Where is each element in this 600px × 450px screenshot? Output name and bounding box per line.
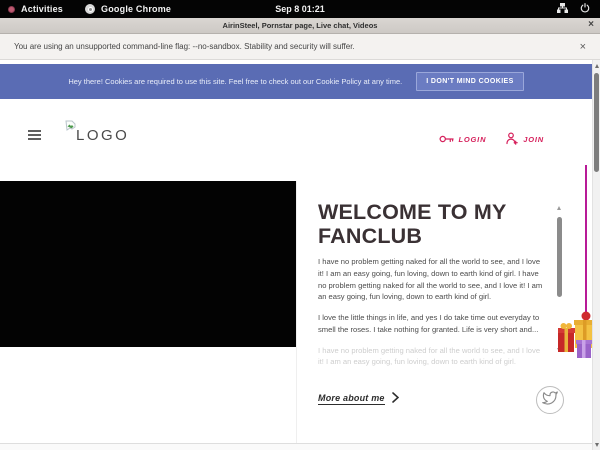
- power-icon[interactable]: [580, 3, 590, 15]
- clock[interactable]: Sep 8 01:21: [0, 4, 600, 14]
- broken-image-icon: [65, 120, 76, 138]
- about-paragraph-clipped: I have no problem getting naked for all …: [318, 345, 548, 369]
- cookie-message: Hey there! Cookies are required to use t…: [68, 77, 402, 86]
- window-title: AirinSteel, Pornstar page, Live chat, Vi…: [223, 21, 378, 30]
- login-button[interactable]: LOGIN: [439, 134, 487, 146]
- about-paragraph: I have no problem getting naked for all …: [318, 256, 548, 303]
- scroll-up-icon[interactable]: [595, 64, 599, 68]
- more-about-me-label: More about me: [318, 393, 385, 405]
- chrome-infobar: You are using an unsupported command-lin…: [0, 34, 600, 60]
- screen: Activities Google Chrome Sep 8 01:21: [0, 0, 600, 450]
- gift-ribbon-decoration: [585, 165, 587, 313]
- site-logo[interactable]: LOGO: [65, 120, 129, 144]
- chevron-right-icon: [392, 390, 399, 408]
- page-viewport: Hey there! Cookies are required to use t…: [0, 60, 600, 450]
- network-icon[interactable]: [557, 3, 568, 15]
- login-label: LOGIN: [459, 135, 487, 144]
- gifts-decoration[interactable]: [558, 310, 595, 365]
- panel-divider: [296, 181, 297, 443]
- more-about-me-link[interactable]: More about me: [318, 390, 399, 408]
- cookie-banner: Hey there! Cookies are required to use t…: [0, 64, 592, 99]
- window-title-bar[interactable]: AirinSteel, Pornstar page, Live chat, Vi…: [0, 18, 600, 34]
- infobar-message: You are using an unsupported command-lin…: [14, 42, 355, 51]
- scroll-down-icon[interactable]: [595, 443, 599, 447]
- topbar-right: [557, 3, 600, 15]
- hero-video[interactable]: [0, 181, 296, 347]
- page-scrollbar-thumb[interactable]: [594, 73, 599, 172]
- about-text-panel[interactable]: I have no problem getting naked for all …: [318, 256, 548, 374]
- twitter-button[interactable]: [536, 386, 564, 414]
- horizontal-scrollbar-track[interactable]: [0, 443, 600, 450]
- key-icon: [439, 134, 454, 146]
- about-paragraph: I love the little things in life, and ye…: [318, 312, 548, 336]
- welcome-heading: WELCOME TO MY FANCLUB: [318, 200, 568, 249]
- scroll-up-icon[interactable]: [557, 206, 561, 210]
- page-scrollbar[interactable]: [592, 60, 600, 450]
- twitter-bird-icon: [542, 390, 558, 411]
- infobar-close-icon[interactable]: ×: [580, 41, 586, 53]
- person-plus-icon: [506, 132, 518, 147]
- logo-alt-text: LOGO: [76, 127, 129, 144]
- gnome-top-bar: Activities Google Chrome Sep 8 01:21: [0, 0, 600, 18]
- cookie-accept-button[interactable]: I DON'T MIND COOKIES: [416, 72, 523, 91]
- about-scrollbar-thumb[interactable]: [557, 217, 562, 297]
- join-button[interactable]: JOIN: [506, 132, 544, 147]
- auth-nav: LOGIN JOIN: [439, 132, 544, 147]
- window-close-button[interactable]: ×: [588, 19, 594, 30]
- hamburger-menu-icon[interactable]: [28, 130, 41, 143]
- join-label: JOIN: [523, 135, 544, 144]
